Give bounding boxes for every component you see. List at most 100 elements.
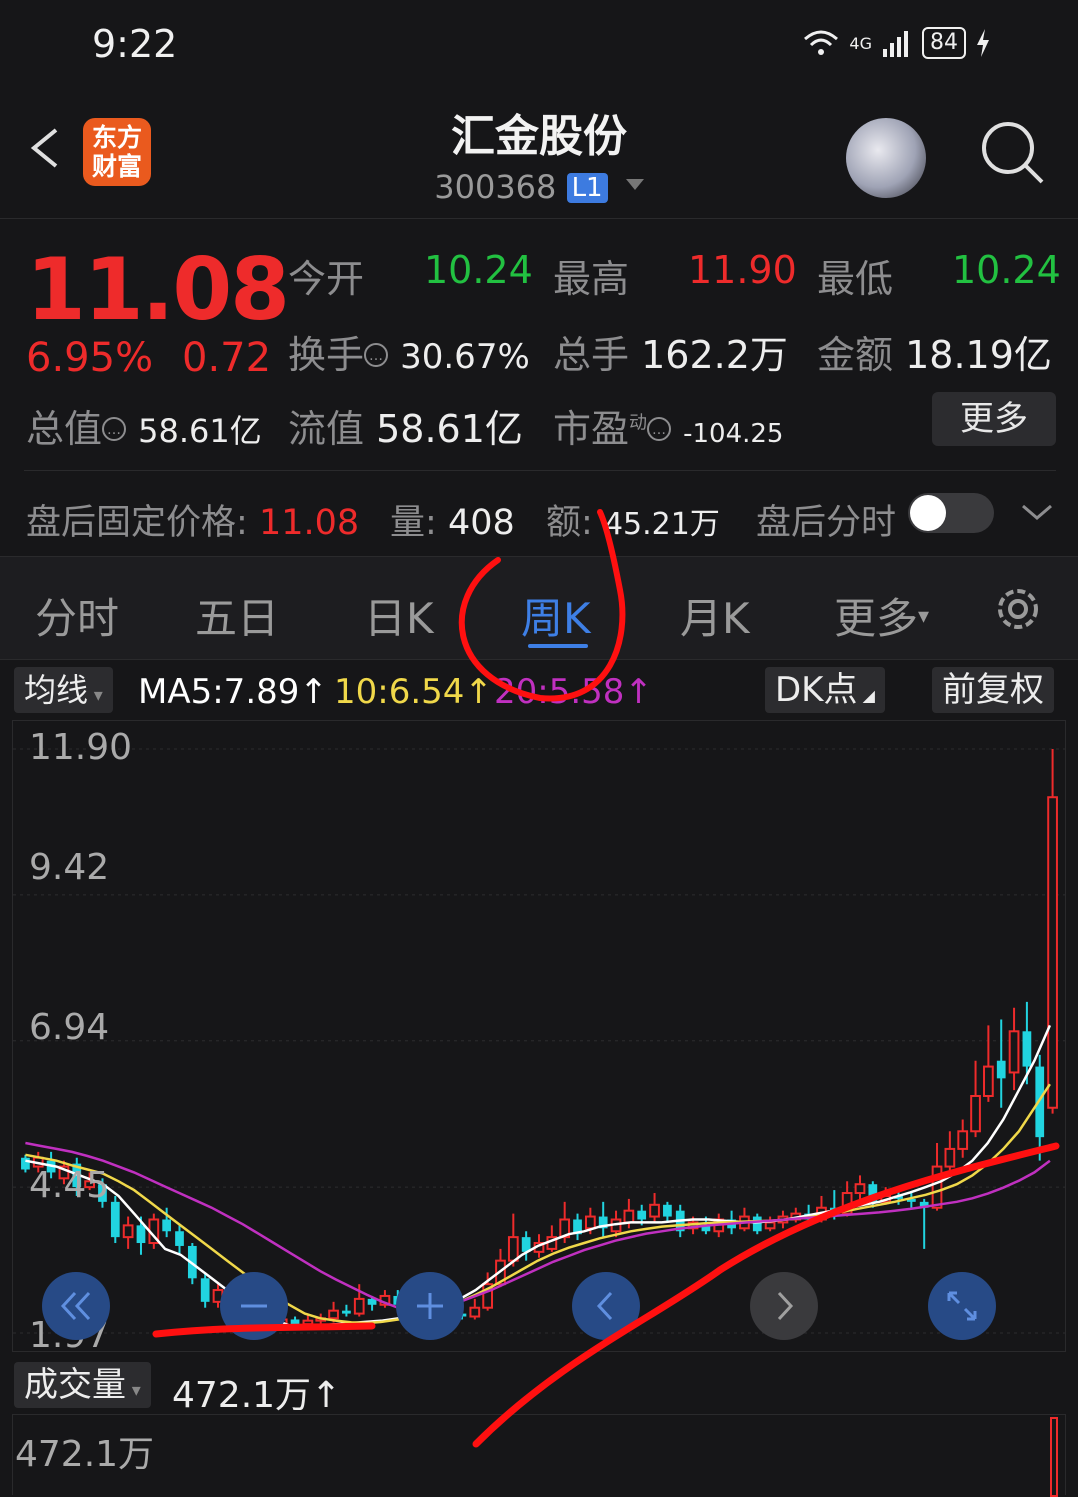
candle <box>175 1225 184 1255</box>
ma10-value: 10:6.54↑ <box>334 672 493 712</box>
candle <box>944 1131 956 1173</box>
volume-selector[interactable]: 成交量 ▾ <box>14 1362 151 1408</box>
y-tick-label: 9.42 <box>29 847 110 888</box>
candle-body <box>290 1319 300 1325</box>
candle-body <box>996 1060 1006 1079</box>
candle <box>342 1304 351 1317</box>
candle <box>469 1298 481 1320</box>
divider <box>24 470 1056 471</box>
charging-icon <box>977 29 989 57</box>
candle-body <box>970 1094 981 1133</box>
candle-body <box>1008 1030 1020 1074</box>
rewind-button[interactable] <box>42 1272 110 1340</box>
candle <box>649 1193 660 1223</box>
current-price: 11.08 <box>26 240 290 340</box>
candle <box>663 1201 672 1223</box>
candle-body <box>302 1319 314 1326</box>
rewind-icon <box>60 1291 91 1321</box>
tab-five-day[interactable]: 五日 <box>195 585 279 646</box>
float-row: 流值 58.61亿 <box>288 407 523 451</box>
next-button[interactable] <box>750 1272 818 1340</box>
y-tick-label: 11.90 <box>29 727 133 768</box>
candle-body <box>931 1165 943 1209</box>
candle <box>1022 1001 1032 1085</box>
candle <box>816 1195 827 1223</box>
wifi-icon <box>804 30 839 55</box>
candle-body <box>637 1210 647 1220</box>
candle-body <box>469 1306 481 1318</box>
y-tick-label: 6.94 <box>29 1007 110 1048</box>
volume-row: 成交量 ▾ 472.1万↑ <box>0 1360 1078 1416</box>
candle <box>1008 1007 1020 1091</box>
volume-row: 总手 162.2万 <box>553 333 788 377</box>
candle-body <box>200 1278 210 1302</box>
tab-more[interactable]: 更多▾ <box>834 585 929 646</box>
candle <box>996 1019 1006 1108</box>
candle <box>970 1060 981 1138</box>
amount-row: 金额 18.19亿 <box>817 333 1052 377</box>
candle-body <box>868 1184 878 1202</box>
after-hours-price: 盘后固定价格: 11.08 <box>26 503 360 543</box>
dk-point-button[interactable]: DK点 ◢ <box>765 667 885 713</box>
candle <box>739 1207 750 1232</box>
chevron-down-icon[interactable] <box>1020 500 1054 524</box>
toggle-knob <box>910 495 946 531</box>
tab-daily-k[interactable]: 日K <box>364 585 434 646</box>
turnover-row: 换手… 30.67% <box>288 333 530 377</box>
zoom-in-button[interactable] <box>396 1272 464 1340</box>
candle <box>521 1231 531 1261</box>
candle <box>906 1193 916 1208</box>
candle-body <box>584 1215 596 1230</box>
candle <box>854 1175 866 1202</box>
candle-body <box>752 1216 762 1232</box>
zoom-out-button[interactable] <box>220 1272 288 1340</box>
candle-body <box>507 1236 519 1262</box>
candle-body <box>764 1221 776 1230</box>
next-icon <box>777 1291 794 1321</box>
gear-icon[interactable] <box>990 581 1046 637</box>
volume-chart[interactable]: 472.1万 <box>12 1414 1066 1497</box>
candle-body <box>328 1309 339 1320</box>
kline-svg <box>13 748 1065 1334</box>
fullscreen-button[interactable] <box>928 1272 996 1340</box>
candle <box>598 1201 608 1238</box>
low-label: 最低 <box>817 257 894 301</box>
status-time: 9:22 <box>92 22 178 66</box>
tab-monthly-k[interactable]: 月K <box>680 585 750 646</box>
after-hours-toggle-label: 盘后分时 <box>756 503 897 543</box>
info-icon: … <box>364 343 389 367</box>
open-label: 今开 <box>288 257 365 301</box>
network-label: 4G <box>849 33 872 53</box>
dropdown-icon <box>625 179 644 190</box>
high-value: 11.90 <box>688 248 797 292</box>
stock-header: 东方 财富 汇金股份 300368 L1 <box>0 88 1078 219</box>
candle-body <box>175 1231 184 1246</box>
tab-intraday[interactable]: 分时 <box>35 585 119 646</box>
adjust-button[interactable]: 前复权 <box>932 667 1054 713</box>
candle <box>200 1272 210 1308</box>
open-value: 10.24 <box>424 248 533 292</box>
prev-button[interactable] <box>572 1272 640 1340</box>
candle-body <box>162 1219 172 1232</box>
tab-weekly-k[interactable]: 周K <box>521 585 591 646</box>
robot-avatar-icon[interactable] <box>846 118 926 198</box>
kline-chart[interactable]: 11.90 9.42 6.94 4.45 1.97 <box>12 720 1066 1356</box>
active-tab-indicator <box>528 644 588 648</box>
zoom-in-icon <box>417 1293 443 1319</box>
candle <box>957 1119 969 1158</box>
low-value: 10.24 <box>952 248 1061 292</box>
more-button[interactable]: 更多 <box>932 392 1056 446</box>
candle <box>1047 749 1058 1114</box>
after-hours-amount: 额: 45.21万 <box>546 503 720 543</box>
candle <box>1035 1054 1045 1161</box>
search-icon[interactable] <box>978 118 1048 188</box>
candle <box>573 1213 582 1241</box>
prev-icon <box>596 1291 613 1321</box>
candle-body <box>854 1183 866 1195</box>
status-icons: 4G 84 <box>803 26 990 60</box>
candle-body <box>1047 796 1058 1109</box>
volume-value: 472.1万↑ <box>172 1375 342 1416</box>
ma-selector[interactable]: 均线 ▾ <box>14 667 113 713</box>
signal-icon <box>883 31 908 57</box>
change-amount: 0.72 <box>182 335 272 381</box>
